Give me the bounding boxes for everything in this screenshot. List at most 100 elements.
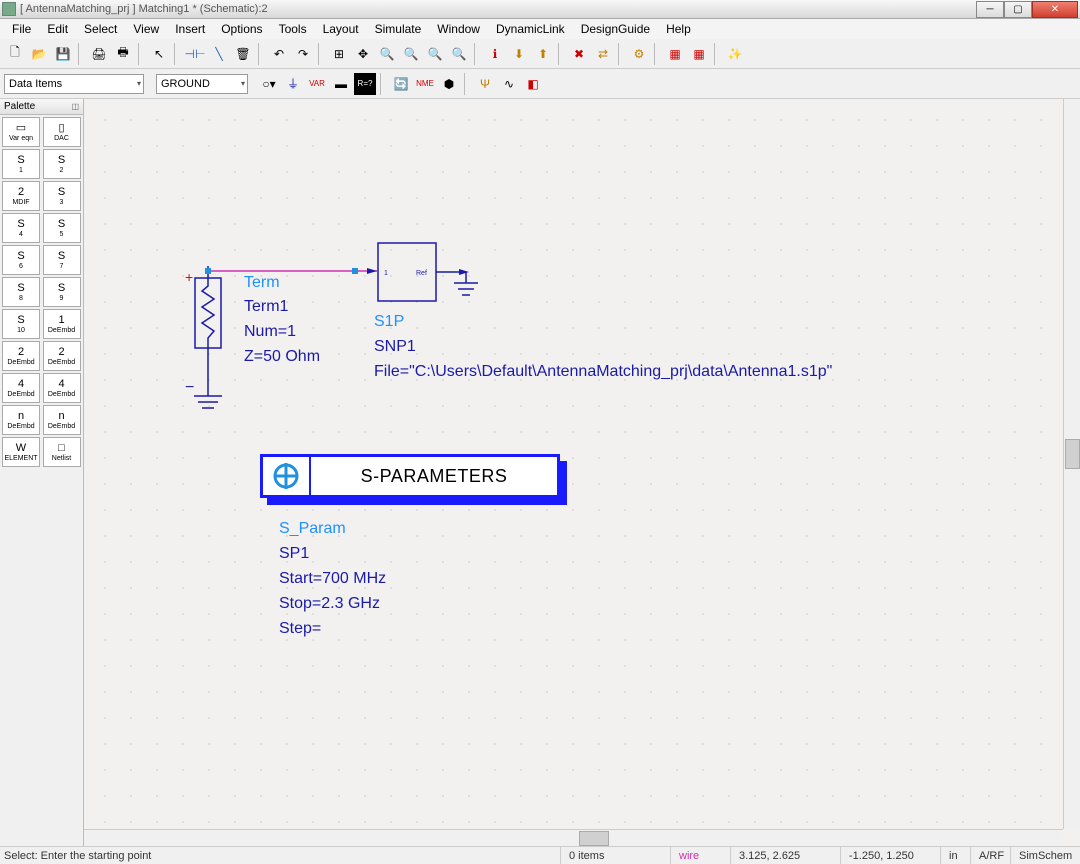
palette-item-14[interactable]: 2DeEmbd	[2, 341, 40, 371]
redo-button[interactable]: ↷	[292, 43, 314, 65]
menu-view[interactable]: View	[125, 20, 167, 38]
tune-button[interactable]: Ψ	[474, 73, 496, 95]
vertical-scrollbar[interactable]	[1063, 99, 1080, 829]
menu-insert[interactable]: Insert	[167, 20, 213, 38]
view-all-button[interactable]: ⊞	[328, 43, 350, 65]
menu-options[interactable]: Options	[213, 20, 270, 38]
s1p-inst[interactable]: SNP1	[374, 335, 416, 360]
close-button[interactable]: ✕	[1032, 1, 1078, 18]
ground-button[interactable]: ⏚	[282, 73, 304, 95]
pop-button[interactable]: ⬆	[532, 43, 554, 65]
disp-button[interactable]: ∿	[498, 73, 520, 95]
menu-designguide[interactable]: DesignGuide	[573, 20, 658, 38]
rotate-button[interactable]: 🔄	[390, 73, 412, 95]
save-button[interactable]: 💾	[52, 43, 74, 65]
new-button[interactable]: 🗋	[4, 43, 26, 65]
maximize-button[interactable]: ▢	[1004, 1, 1032, 18]
zoom-point-button[interactable]: 🔍	[448, 43, 470, 65]
term-z[interactable]: Z=50 Ohm	[244, 345, 320, 370]
palette-item-9[interactable]: S7	[43, 245, 81, 275]
palette-item-16[interactable]: 4DeEmbd	[2, 373, 40, 403]
menu-simulate[interactable]: Simulate	[367, 20, 430, 38]
zoom-out-button[interactable]: 🔍	[424, 43, 446, 65]
palette-pin-icon[interactable]: ◫	[71, 102, 79, 111]
palette-item-6[interactable]: S4	[2, 213, 40, 243]
term-num[interactable]: Num=1	[244, 320, 296, 345]
sparam-stop[interactable]: Stop=2.3 GHz	[279, 592, 380, 617]
palette-item-4[interactable]: 2MDIF	[2, 181, 40, 211]
s1p-symbol[interactable]: 1 Ref	[374, 239, 494, 309]
palette-item-12[interactable]: S10	[2, 309, 40, 339]
palette-item-10[interactable]: S8	[2, 277, 40, 307]
term-symbol[interactable]: + −	[185, 266, 227, 426]
term-inst[interactable]: Term1	[244, 295, 288, 320]
palette-item-8[interactable]: S6	[2, 245, 40, 275]
deactivate-button[interactable]: ✖	[568, 43, 590, 65]
menu-help[interactable]: Help	[658, 20, 699, 38]
simulate-button[interactable]: ⚙	[628, 43, 650, 65]
template-button[interactable]: ▬	[330, 73, 352, 95]
menu-tools[interactable]: Tools	[271, 20, 315, 38]
minimize-button[interactable]: ─	[976, 1, 1004, 18]
palette-item-21[interactable]: □Netlist	[43, 437, 81, 467]
palette-item-13[interactable]: 1DeEmbd	[43, 309, 81, 339]
palette-item-2[interactable]: S1	[2, 149, 40, 179]
menu-edit[interactable]: Edit	[39, 20, 76, 38]
end-command-button[interactable]: ⊣⊢	[184, 43, 206, 65]
zoom-in-button[interactable]: 🔍	[400, 43, 422, 65]
menu-select[interactable]: Select	[76, 20, 125, 38]
status-mode: wire	[670, 847, 730, 864]
menu-layout[interactable]: Layout	[315, 20, 367, 38]
palette-item-19[interactable]: nDeEmbd	[43, 405, 81, 435]
place-button[interactable]: ○▾	[258, 73, 280, 95]
ref-button[interactable]: R=?	[354, 73, 376, 95]
palette-item-3[interactable]: S2	[43, 149, 81, 179]
s1p-file[interactable]: File="C:\Users\Default\AntennaMatching_p…	[374, 360, 832, 385]
category-combo[interactable]: Data Items	[4, 74, 144, 94]
component-combo[interactable]: GROUND	[156, 74, 248, 94]
palette-item-18[interactable]: nDeEmbd	[2, 405, 40, 435]
red-grid-1[interactable]: ▦	[664, 43, 686, 65]
print-button[interactable]: 🖨	[88, 43, 110, 65]
short-button[interactable]: ⇄	[592, 43, 614, 65]
sparam-step[interactable]: Step=	[279, 617, 321, 642]
open-button[interactable]: 📂	[28, 43, 50, 65]
cluster-button[interactable]: ⬢	[438, 73, 460, 95]
horizontal-scrollbar[interactable]	[84, 829, 1063, 846]
palette-item-0[interactable]: ▭Var eqn	[2, 117, 40, 147]
palette-item-11[interactable]: S9	[43, 277, 81, 307]
print-area-button[interactable]: 🖶	[112, 43, 134, 65]
sparam-inst[interactable]: SP1	[279, 542, 309, 567]
wire-term-to-s1p[interactable]	[197, 266, 382, 276]
palette-item-1[interactable]: ▯DAC	[43, 117, 81, 147]
wand-button[interactable]: ✨	[724, 43, 746, 65]
red-grid-2[interactable]: ▦	[688, 43, 710, 65]
menu-dynamiclink[interactable]: DynamicLink	[488, 20, 573, 38]
palette-item-17[interactable]: 4DeEmbd	[43, 373, 81, 403]
schematic-canvas[interactable]: + − 1	[84, 99, 1080, 846]
arrow-tool[interactable]: ↖	[148, 43, 170, 65]
palette-header[interactable]: Palette ◫	[0, 99, 83, 115]
undo-button[interactable]: ↶	[268, 43, 290, 65]
menu-file[interactable]: File	[4, 20, 39, 38]
s1p-name[interactable]: S1P	[374, 310, 404, 335]
wire-button[interactable]: ╲	[208, 43, 230, 65]
palette-item-7[interactable]: S5	[43, 213, 81, 243]
delete-button[interactable]: 🗑	[232, 43, 254, 65]
menu-window[interactable]: Window	[429, 20, 488, 38]
push-button[interactable]: ⬇	[508, 43, 530, 65]
info-button[interactable]: ℹ	[484, 43, 506, 65]
palette-item-15[interactable]: 2DeEmbd	[43, 341, 81, 371]
palette-item-5[interactable]: S3	[43, 181, 81, 211]
sparam-start[interactable]: Start=700 MHz	[279, 567, 386, 592]
name-button[interactable]: NME	[414, 73, 436, 95]
zoom-rect-button[interactable]: 🔍	[376, 43, 398, 65]
sparam-box[interactable]: S-PARAMETERS	[260, 454, 560, 498]
title-bar: [ AntennaMatching_prj ] Matching1 * (Sch…	[0, 0, 1080, 19]
pan-button[interactable]: ✥	[352, 43, 374, 65]
palette-item-20[interactable]: WELEMENT	[2, 437, 40, 467]
sparam-name[interactable]: S_Param	[279, 517, 346, 542]
layout-button[interactable]: ◧	[522, 73, 544, 95]
var-button[interactable]: VAR	[306, 73, 328, 95]
term-name[interactable]: Term	[244, 271, 280, 296]
